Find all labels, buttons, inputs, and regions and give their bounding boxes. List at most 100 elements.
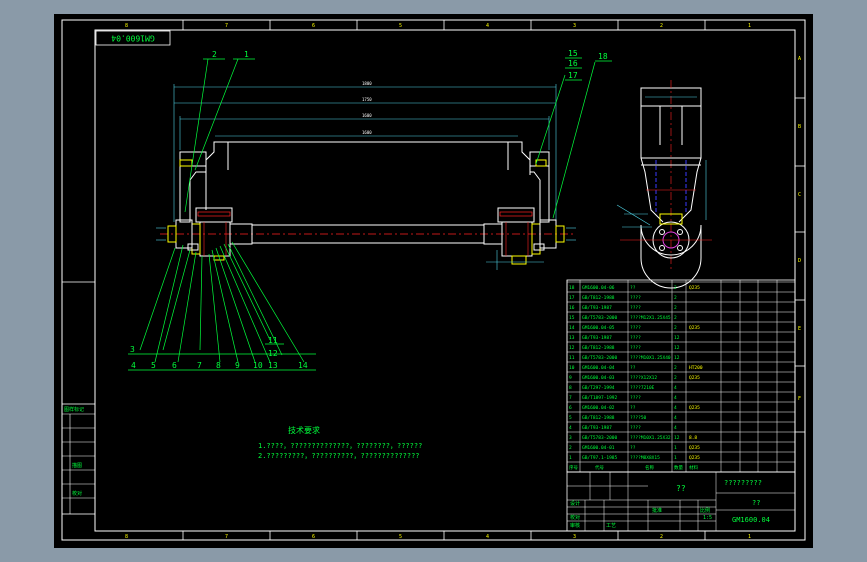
svg-text:GM1600.04: GM1600.04 <box>111 34 155 43</box>
drawing-background <box>54 14 813 548</box>
svg-text:1: 1 <box>748 534 751 540</box>
bom-cell: ?? <box>630 405 636 411</box>
svg-text:F: F <box>798 396 801 402</box>
title-box-right: ?? <box>752 499 760 507</box>
bom-cell: 2 <box>569 445 572 451</box>
bom-cell: 2 <box>674 325 677 331</box>
bom-cell: ????M10X1.25X32 <box>630 435 671 441</box>
bom-cell: 1 <box>674 455 677 461</box>
svg-text:7: 7 <box>225 534 228 540</box>
bom-cell: 16 <box>569 305 575 311</box>
balloon-18: 18 <box>598 52 608 61</box>
bom-cell: 10 <box>569 365 575 371</box>
bom-cell: 12 <box>569 345 575 351</box>
bom-cell: 17 <box>569 295 575 301</box>
svg-text:6: 6 <box>312 534 315 540</box>
bom-cell: 11 <box>569 355 575 361</box>
bom-cell: ???? <box>630 345 641 351</box>
bom-header-cell: 数量 <box>674 464 683 471</box>
bom-cell: 4 <box>674 405 677 411</box>
bom-cell: ???? <box>630 325 641 331</box>
svg-text:8: 8 <box>125 23 128 29</box>
bom-cell: HT200 <box>689 365 703 371</box>
svg-text:设计: 设计 <box>570 500 580 507</box>
bom-cell: ????M12X1.25X45 <box>630 315 671 321</box>
bom-cell: 12 <box>674 345 680 351</box>
bom-cell: 18 <box>569 285 575 291</box>
svg-text:3: 3 <box>573 23 576 29</box>
svg-text:C: C <box>798 192 801 198</box>
bom-cell: 4 <box>674 415 677 421</box>
svg-text:1800: 1800 <box>362 81 372 86</box>
bom-cell: GM1600.04-01 <box>582 445 615 451</box>
bom-cell: 14 <box>569 325 575 331</box>
balloon-4: 4 <box>131 361 136 370</box>
svg-text:1:5: 1:5 <box>703 515 712 521</box>
svg-text:6: 6 <box>312 23 315 29</box>
svg-text:校对: 校对 <box>72 490 82 497</box>
balloon-8: 8 <box>216 361 221 370</box>
svg-text:8: 8 <box>125 534 128 540</box>
balloon-12: 12 <box>268 349 278 358</box>
balloon-5: 5 <box>151 361 156 370</box>
bom-cell: 2 <box>674 365 677 371</box>
bom-cell: 3 <box>569 435 572 441</box>
bom-header-cell: 序号 <box>569 464 578 471</box>
title-text: ?? <box>676 484 686 493</box>
bom-cell: GB/T93-1987 <box>582 305 612 311</box>
balloon-14: 14 <box>298 361 308 370</box>
bom-cell: GM1600.04-06 <box>582 285 615 291</box>
bom-cell: ???? <box>630 335 641 341</box>
bom-cell: 9 <box>569 375 572 381</box>
bom-cell: ?? <box>630 285 636 291</box>
bom-cell: ????50 <box>630 415 647 421</box>
balloon-10: 10 <box>253 361 263 370</box>
bom-cell: GB/T5783-2000 <box>582 355 618 361</box>
balloon-11: 11 <box>268 336 278 345</box>
bom-cell: 15 <box>569 315 575 321</box>
bom-cell: Q235 <box>689 445 700 451</box>
tech-req-line-1: 1.????，??????????????，????????，?????? <box>258 442 422 450</box>
svg-text:1600: 1600 <box>362 113 372 118</box>
bom-cell: 8 <box>569 385 572 391</box>
bom-cell: 13 <box>569 335 575 341</box>
bom-cell: 4 <box>569 425 572 431</box>
bom-cell: 12 <box>674 435 680 441</box>
balloon-16: 16 <box>568 59 578 68</box>
bom-cell: GB/T812-1988 <box>582 415 615 421</box>
svg-text:4: 4 <box>486 23 489 29</box>
svg-text:工艺: 工艺 <box>606 523 616 529</box>
bom-cell: 2 <box>674 375 677 381</box>
balloon-2: 2 <box>212 50 217 59</box>
balloon-6: 6 <box>172 361 177 370</box>
bom-cell: Q235 <box>689 325 700 331</box>
bom-cell: GB/T97.1-1985 <box>582 455 618 461</box>
bom-cell: 4 <box>674 425 677 431</box>
balloon-13: 13 <box>268 361 278 370</box>
bom-cell: 8.8 <box>689 435 697 441</box>
bom-cell: Q235 <box>689 375 700 381</box>
svg-text:描图: 描图 <box>72 462 82 469</box>
bom-cell: 4 <box>674 385 677 391</box>
bom-cell: 7 <box>569 395 572 401</box>
svg-text:1: 1 <box>748 23 751 29</box>
bom-cell: 4 <box>674 395 677 401</box>
bom-cell: GM1600.04-05 <box>582 325 615 331</box>
balloon-7: 7 <box>197 361 202 370</box>
svg-text:5: 5 <box>399 23 402 29</box>
svg-text:D: D <box>798 258 801 264</box>
bom-cell: ?? <box>630 445 636 451</box>
svg-text:比例: 比例 <box>700 507 710 514</box>
svg-text:5: 5 <box>399 534 402 540</box>
tech-req-line-2: 2.?????????，??????????，?????????????? <box>258 452 420 460</box>
svg-text:E: E <box>798 326 801 332</box>
cad-drawing-sheet: A B C D E F 8 7 6 5 4 3 2 1 8 7 6 5 4 3 … <box>54 14 813 548</box>
bom-cell: 6 <box>569 405 572 411</box>
svg-text:图样标记: 图样标记 <box>64 406 84 413</box>
svg-text:2: 2 <box>660 23 663 29</box>
bom-cell: GB/T5783-2000 <box>582 435 618 441</box>
bom-cell: GM1600.04-04 <box>582 365 615 371</box>
svg-text:审核: 审核 <box>570 522 580 529</box>
title-box-top: ????????? <box>724 479 762 487</box>
svg-text:3: 3 <box>573 534 576 540</box>
